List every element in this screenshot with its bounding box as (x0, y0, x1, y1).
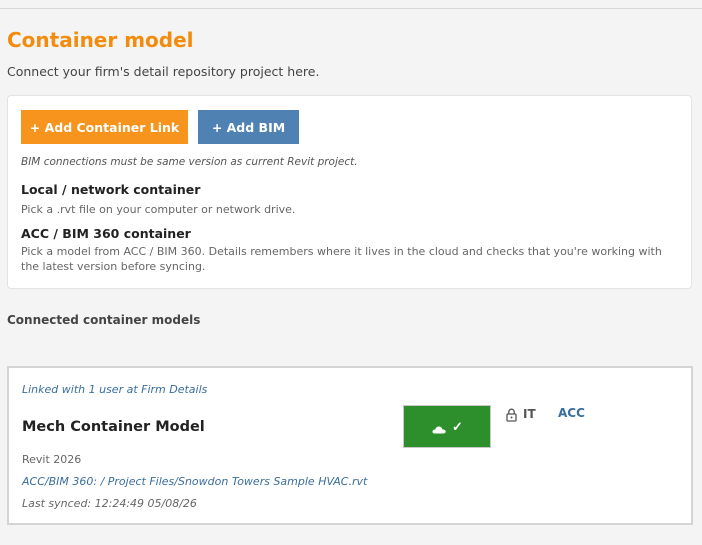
revit-version: Revit 2026 (22, 453, 82, 466)
lock-status: IT (506, 407, 536, 422)
check-icon: ✓ (452, 419, 463, 434)
sync-toggle-button[interactable]: ✓ (403, 405, 491, 448)
add-bim-button[interactable]: + Add BIM (198, 110, 299, 144)
linked-users-text: Linked with 1 user at Firm Details (22, 383, 208, 396)
local-container-description: Pick a .rvt file on your computer or net… (21, 203, 296, 216)
lock-icon (506, 407, 517, 422)
page-subtitle: Connect your firm's detail repository pr… (7, 64, 320, 79)
local-container-title: Local / network container (21, 182, 201, 197)
model-path: ACC/BIM 360: / Project Files/Snowdon Tow… (22, 475, 368, 488)
add-container-link-button[interactable]: + Add Container Link (21, 110, 188, 144)
last-synced: Last synced: 12:24:49 05/08/26 (22, 497, 197, 510)
model-name: Mech Container Model (22, 419, 205, 435)
bim-version-note: BIM connections must be same version as … (21, 156, 358, 168)
add-container-panel: + Add Container Link + Add BIM BIM conne… (7, 95, 692, 289)
page-title: Container model (7, 28, 194, 52)
acc-container-description: Pick a model from ACC / BIM 360. Details… (21, 245, 662, 273)
acc-source-link[interactable]: ACC (558, 406, 585, 420)
acc-container-title: ACC / BIM 360 container (21, 226, 191, 241)
cloud-icon (431, 422, 447, 433)
container-model-card: Linked with 1 user at Firm Details Mech … (7, 366, 693, 525)
top-divider (0, 8, 702, 9)
lock-owner-label: IT (523, 407, 536, 421)
connected-models-heading: Connected container models (7, 313, 201, 327)
